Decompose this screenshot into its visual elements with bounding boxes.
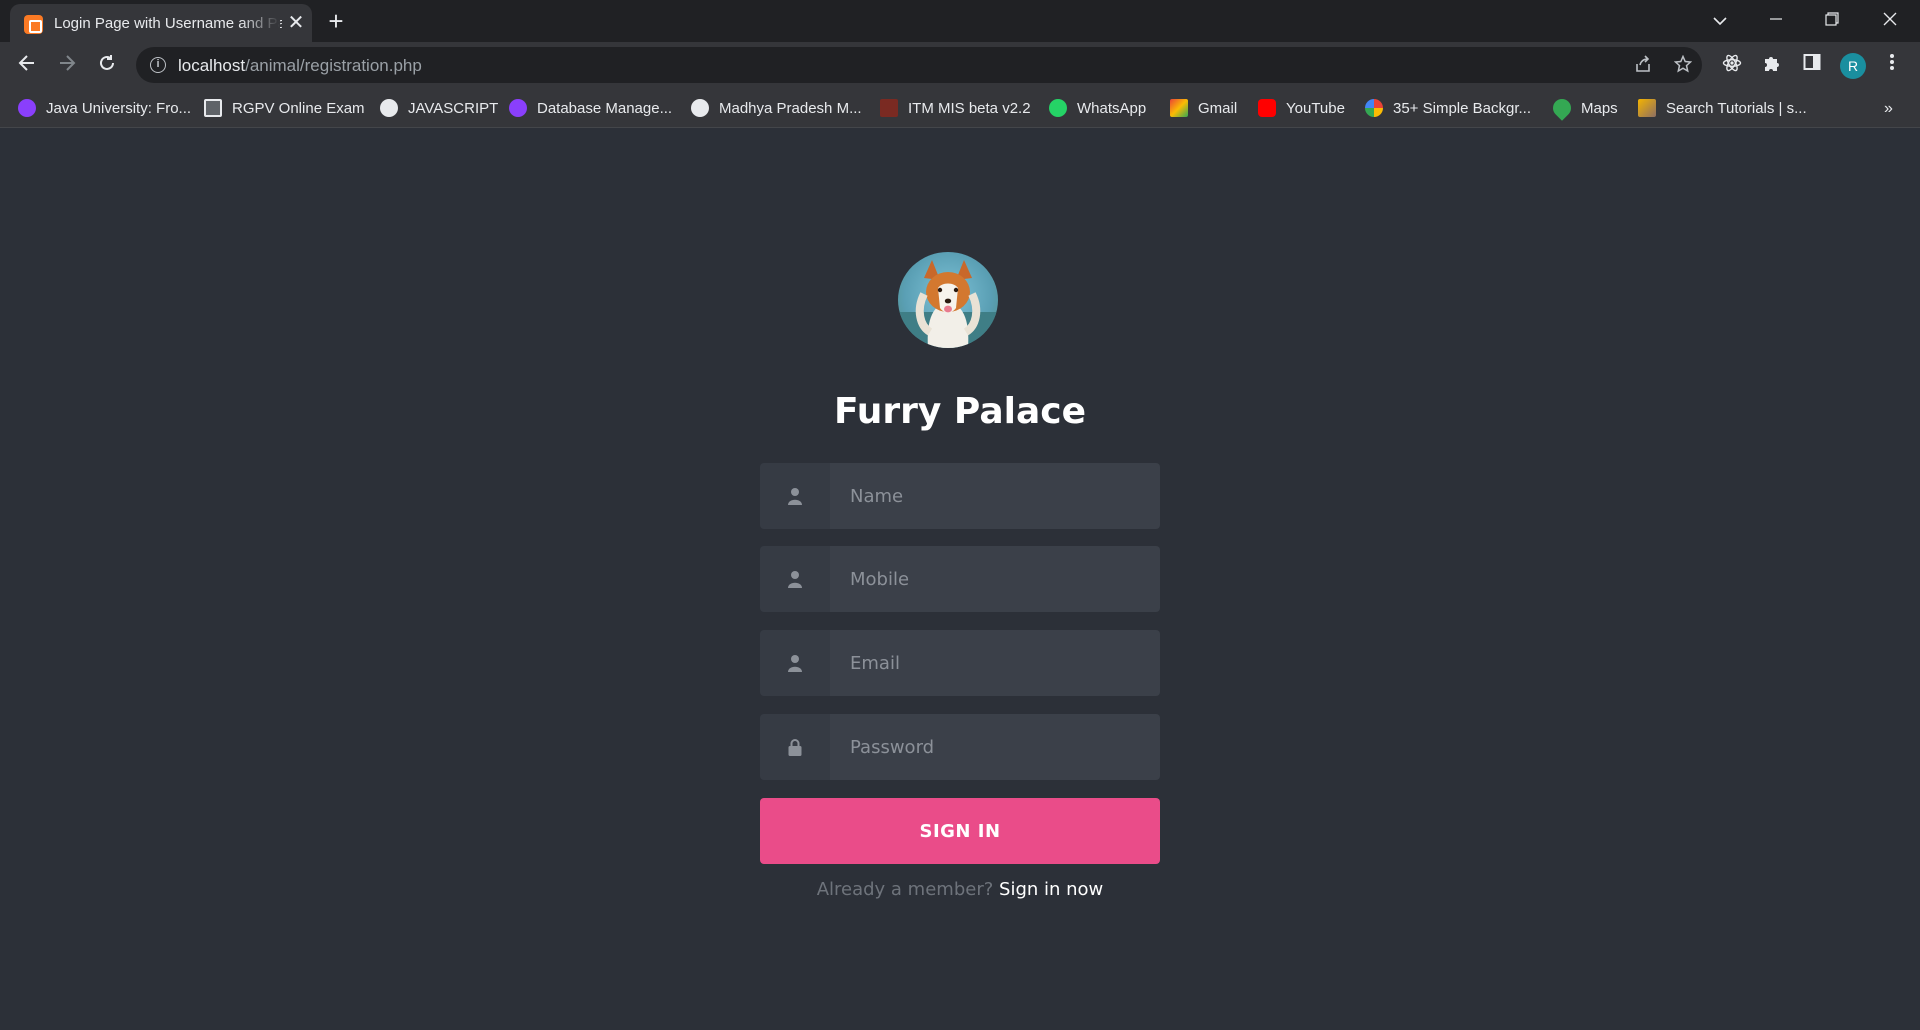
profile-avatar[interactable]: R	[1840, 53, 1866, 79]
bookmark-label: YouTube	[1286, 99, 1345, 117]
bookmark-search-tutorials[interactable]: Search Tutorials | s...	[1638, 95, 1807, 121]
xampp-favicon-icon	[24, 15, 43, 34]
youtube-icon	[1258, 99, 1276, 117]
sign-in-button[interactable]: SIGN IN	[760, 798, 1160, 864]
bookmark-database-manage[interactable]: Database Manage...	[509, 95, 672, 121]
itm-icon	[880, 99, 898, 117]
email-input[interactable]	[830, 630, 1160, 696]
page-icon	[204, 99, 222, 117]
browser-menu-icon[interactable]	[1884, 53, 1900, 77]
browser-toolbar: i localhost/animal/registration.php R	[0, 42, 1920, 88]
browser-tab[interactable]: Login Page with Username and Password ✕	[10, 4, 312, 42]
bookmark-label: Search Tutorials | s...	[1666, 99, 1807, 117]
email-field-group	[760, 630, 1160, 696]
whatsapp-icon	[1049, 99, 1067, 117]
bookmark-maps[interactable]: Maps	[1549, 95, 1618, 121]
bookmark-label: Gmail	[1198, 99, 1238, 117]
bookmark-java-university[interactable]: Java University: Fro...	[18, 95, 191, 121]
bookmark-javascript[interactable]: JAVASCRIPT	[380, 95, 498, 121]
dog-logo-avatar	[898, 252, 998, 348]
url-text[interactable]: localhost/animal/registration.php	[178, 56, 422, 76]
site-info-icon[interactable]: i	[150, 57, 166, 73]
name-field-group	[760, 463, 1160, 529]
bookmark-label: Database Manage...	[537, 99, 673, 117]
tab-close-icon[interactable]: ✕	[286, 13, 306, 33]
bookmark-gmail[interactable]: Gmail	[1170, 95, 1237, 121]
bookmark-youtube[interactable]: YouTube	[1258, 95, 1345, 121]
lock-icon	[788, 739, 802, 756]
bookmark-whatsapp[interactable]: WhatsApp	[1049, 95, 1146, 121]
bookmark-rgpv-online-exam[interactable]: RGPV Online Exam	[204, 95, 365, 121]
bookmark-star-icon[interactable]	[1672, 54, 1694, 77]
person-icon	[788, 488, 802, 505]
side-panel-icon[interactable]	[1800, 53, 1824, 77]
person-icon	[788, 655, 802, 672]
address-bar[interactable]: i localhost/animal/registration.php	[136, 47, 1702, 83]
tutorials-icon	[1638, 99, 1656, 117]
mobile-input[interactable]	[830, 546, 1160, 612]
react-devtools-icon[interactable]	[1720, 53, 1744, 77]
bookmark-label: 35+ Simple Backgr...	[1393, 99, 1531, 117]
gmail-icon	[1170, 99, 1188, 117]
reload-button[interactable]	[93, 51, 121, 79]
restore-button[interactable]	[1814, 6, 1850, 34]
close-window-button[interactable]	[1872, 6, 1908, 34]
bookmark-label: ITM MIS beta v2.2	[908, 99, 1031, 117]
bookmarks-bar: Java University: Fro... RGPV Online Exam…	[0, 88, 1920, 128]
site-title: Furry Palace	[833, 391, 1087, 432]
mobile-field-group	[760, 546, 1160, 612]
name-input[interactable]	[830, 463, 1160, 529]
browser-titlebar: Login Page with Username and Password ✕ …	[0, 0, 1920, 42]
back-button[interactable]	[13, 51, 41, 79]
email-field-icon-box	[760, 630, 830, 696]
globe-icon	[691, 99, 709, 117]
bookmarks-overflow-button[interactable]: »	[1884, 100, 1893, 118]
mobile-field-icon-box	[760, 546, 830, 612]
bookmark-label: RGPV Online Exam	[232, 99, 365, 117]
already-member-text: Already a member?	[816, 879, 994, 900]
password-field-group	[760, 714, 1160, 780]
minimize-button[interactable]	[1758, 6, 1794, 34]
globe-icon	[380, 99, 398, 117]
password-input[interactable]	[830, 714, 1160, 780]
registration-page: Furry Palace SIGN IN Already a member? S…	[0, 129, 1920, 1030]
tab-search-chevron-icon[interactable]	[1702, 6, 1738, 34]
extensions-puzzle-icon[interactable]	[1760, 53, 1784, 77]
sign-in-now-link[interactable]: Sign in now	[999, 879, 1103, 900]
bookmark-label: Maps	[1581, 99, 1618, 117]
name-field-icon-box	[760, 463, 830, 529]
share-icon[interactable]	[1632, 55, 1654, 77]
signin-prompt: Already a member? Sign in now	[760, 879, 1160, 900]
maps-icon	[1549, 95, 1575, 121]
tab-title-fade	[240, 12, 280, 36]
google-icon	[1365, 99, 1383, 117]
new-tab-button[interactable]: +	[322, 7, 350, 35]
bookmark-label: Java University: Fro...	[46, 99, 192, 117]
bookmark-label: JAVASCRIPT	[408, 99, 499, 117]
bookmark-label: Madhya Pradesh M...	[719, 99, 862, 117]
password-field-icon-box	[760, 714, 830, 780]
bookmark-madhya-pradesh[interactable]: Madhya Pradesh M...	[691, 95, 862, 121]
forward-button[interactable]	[53, 51, 81, 79]
purple-u-icon	[18, 99, 36, 117]
purple-u-icon	[509, 99, 527, 117]
bookmark-itm-mis[interactable]: ITM MIS beta v2.2	[880, 95, 1031, 121]
bookmark-simple-backgrounds[interactable]: 35+ Simple Backgr...	[1365, 95, 1531, 121]
person-icon	[788, 571, 802, 588]
bookmark-label: WhatsApp	[1077, 99, 1147, 117]
